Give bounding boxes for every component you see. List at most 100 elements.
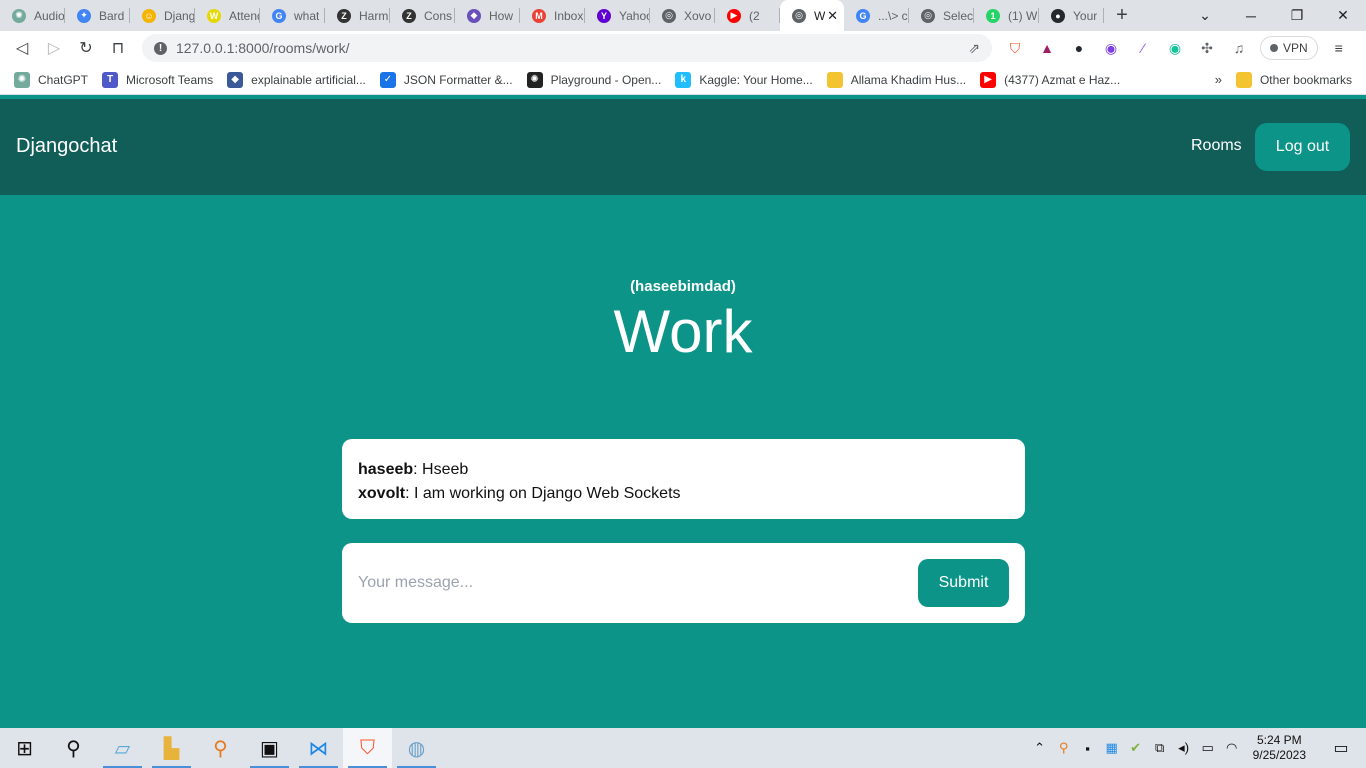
browser-tab[interactable]: Z Cons [390,0,455,31]
browser-toolbar: ◁ ▷ ↻ ⊓ ! 127.0.0.1:8000/rooms/work/ ⇗ ⛉… [0,31,1366,65]
browser-tab[interactable]: ▶ (2 [715,0,780,31]
browser-tab[interactable]: 1 (1) W [974,0,1039,31]
menu-icon[interactable]: ≡ [1328,37,1350,59]
browser-tab[interactable]: ◎ W ✕ [780,0,844,31]
notebook-app-icon[interactable]: ▱ [98,728,147,768]
notifications-icon[interactable]: ▭ [1326,738,1356,758]
browser-tab[interactable]: ☺ Django [130,0,195,31]
bookmark-label: Allama Khadim Hus... [850,72,967,87]
feather-icon[interactable]: ⁄ [1132,37,1154,59]
github-icon[interactable]: ● [1068,37,1090,59]
tray-app-icon[interactable]: ▦ [1103,740,1121,756]
bookmark-favicon-icon: ✓ [379,71,396,88]
tab-label: what [294,8,320,23]
reload-button[interactable]: ↻ [70,33,102,63]
clock[interactable]: 5:24 PM 9/25/2023 [1253,733,1306,763]
bookmark-label: ChatGPT [38,72,89,87]
terminal-icon[interactable]: ▣ [245,728,294,768]
message-input[interactable] [358,567,898,599]
close-tab-icon[interactable]: ✕ [827,8,838,24]
tray-check-icon[interactable]: ✔ [1127,740,1145,756]
submit-button[interactable]: Submit [918,559,1009,607]
brand-link[interactable]: Djangochat [16,135,117,158]
github-icon: ● [1051,8,1065,23]
tray-search-icon[interactable]: ⚲ [1055,740,1073,756]
tab-label: Selec [943,8,974,23]
google-icon: G [856,8,870,23]
chatgpt-icon: ✺ [12,8,26,23]
browser-tab[interactable]: Z Harm [325,0,390,31]
bookmark-item[interactable]: ✺ ChatGPT [14,71,89,88]
windows-start-icon[interactable]: ⊞ [0,728,49,768]
bookmark-icon[interactable]: ⊓ [102,33,134,63]
brave-rewards-icon[interactable]: ▲ [1036,37,1058,59]
logout-button[interactable]: Log out [1255,123,1350,171]
restore-button[interactable]: ❐ [1274,0,1320,31]
tray-app-icon[interactable]: ▪ [1079,741,1097,756]
file-explorer-icon[interactable]: ▙ [147,728,196,768]
tab-search-icon[interactable]: ⌄ [1182,0,1228,31]
bookmark-label: Playground - Open... [550,72,662,87]
zed-icon: Z [402,8,416,23]
other-bookmarks[interactable]: Other bookmarks [1235,71,1352,88]
share-icon[interactable]: ⇗ [968,40,980,57]
zed-icon: Z [337,8,351,23]
tab-label: Attend [229,8,260,23]
close-window-button[interactable]: ✕ [1320,0,1366,31]
paint-icon[interactable]: ◍ [392,728,441,768]
browser-tab[interactable]: W Attend [195,0,260,31]
browser-tab[interactable]: G ...\> c [844,0,909,31]
bookmark-item[interactable]: k Kaggle: Your Home... [675,71,813,88]
bookmark-item[interactable]: ◆ explainable artificial... [227,71,366,88]
globe-icon: ◎ [792,8,806,23]
address-bar[interactable]: ! 127.0.0.1:8000/rooms/work/ ⇗ [142,34,992,62]
extension-purple-icon[interactable]: ◉ [1100,37,1122,59]
bookmark-favicon-icon: ✺ [526,71,543,88]
back-button[interactable]: ◁ [6,33,38,63]
bookmark-favicon-icon: k [675,71,692,88]
message-text: Hseeb [422,461,469,478]
browser-tab[interactable]: ✦ Bard [65,0,130,31]
extensions-puzzle-icon[interactable]: ✣ [1196,37,1218,59]
tab-label: How [489,8,514,23]
message-text: I am working on Django Web Sockets [414,485,681,502]
minimize-button[interactable]: ─ [1228,0,1274,31]
bookmark-item[interactable]: Allama Khadim Hus... [826,71,967,88]
bookmark-item[interactable]: ✓ JSON Formatter &... [379,71,513,88]
chevron-up-icon[interactable]: ⌃ [1031,740,1049,756]
search-tool-icon[interactable]: ⚲ [196,728,245,768]
more-bookmarks-icon[interactable]: » [1215,72,1222,87]
browser-tab[interactable]: ◆ How [455,0,520,31]
browser-tab[interactable]: ◎ Xovo [650,0,715,31]
bookmark-label: (4377) Azmat e Haz... [1004,72,1121,87]
site-navbar: Djangochat Rooms Log out [0,99,1366,195]
bookmarks-bar: ✺ ChatGPT T Microsoft Teams ◆ explainable art… [0,65,1366,95]
bookmark-item[interactable]: ✺ Playground - Open... [526,71,662,88]
bookmark-item[interactable]: T Microsoft Teams [102,71,213,88]
volume-icon[interactable]: ◂) [1175,740,1193,756]
site-info-icon[interactable]: ! [154,41,167,55]
browser-tab[interactable]: Y Yahoo [585,0,650,31]
tab-label: (2 [749,8,760,23]
forward-button[interactable]: ▷ [38,33,70,63]
url-text[interactable]: 127.0.0.1:8000/rooms/work/ [176,40,350,56]
bookmark-item[interactable]: ▶ (4377) Azmat e Haz... [980,71,1121,88]
wifi-icon[interactable]: ◠ [1223,740,1241,756]
browser-tab[interactable]: Gwhat [260,0,325,31]
tray-app-icon[interactable]: ⧉ [1151,740,1169,756]
media-icon[interactable]: ♫ [1228,37,1250,59]
rooms-link[interactable]: Rooms [1191,137,1242,155]
vscode-icon[interactable]: ⋈ [294,728,343,768]
brave-shield-icon[interactable]: ⛉ [1004,37,1026,59]
new-tab-button[interactable]: + [1104,4,1140,27]
grammarly-icon[interactable]: ◉ [1164,37,1186,59]
browser-tab[interactable]: ◎ Selec [909,0,974,31]
battery-icon[interactable]: ▭ [1199,740,1217,756]
browser-tab[interactable]: M Inbox [520,0,585,31]
browser-tab[interactable]: ● Your [1039,0,1104,31]
brave-browser-icon[interactable]: ⛉ [343,728,392,768]
search-icon[interactable]: ⚲ [49,728,98,768]
vpn-button[interactable]: VPN [1260,36,1318,60]
bookmark-list: ✺ ChatGPT T Microsoft Teams ◆ explainable art… [0,71,1121,88]
browser-tab[interactable]: ✺ Audio [0,0,65,31]
